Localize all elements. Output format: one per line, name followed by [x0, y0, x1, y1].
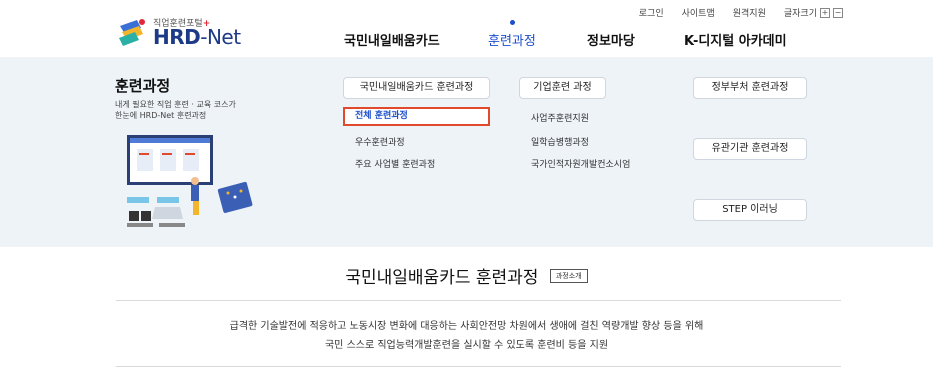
utility-bar: 로그인 사이트맵 원격지원 글자크기 + − [639, 6, 843, 19]
mega-menu-panel: 훈련과정 내게 필요한 직업 훈련 · 교육 코스가 한눈에 HRD-Net 훈… [0, 57, 933, 247]
course-intro-button[interactable]: 과정소개 [549, 268, 588, 283]
category-step-elearning[interactable]: STEP 이러닝 [693, 199, 807, 221]
nav-item-training-courses[interactable]: 훈련과정 [488, 20, 536, 49]
nav-item-k-digital[interactable]: K-디지털 아카데미 [684, 30, 787, 49]
sitemap-link[interactable]: 사이트맵 [682, 6, 715, 19]
content-desc-line1: 급격한 기술발전에 적응하고 노동시장 변화에 대응하는 사회안전망 차원에서 … [229, 321, 704, 332]
classroom-illustration [127, 135, 253, 227]
link-excellent-courses[interactable]: 우수훈련과정 [355, 135, 405, 148]
active-indicator-dot [509, 20, 515, 25]
font-plus-icon[interactable]: + [820, 7, 830, 18]
panel-description: 내게 필요한 직업 훈련 · 교육 코스가 한눈에 HRD-Net 훈련과정 [115, 99, 285, 121]
content-title-row: 국민내일배움카드 훈련과정 과정소개 [0, 263, 933, 288]
link-national-hr-consortium[interactable]: 국가인적자원개발컨소시엄 [531, 157, 630, 170]
link-all-courses[interactable]: 전체 훈련과정 [343, 107, 490, 126]
link-business-courses[interactable]: 주요 사업별 훈련과정 [355, 157, 435, 170]
font-size-label: 글자크기 [783, 9, 817, 19]
content-desc-line2: 국민 스스로 직업능력개발훈련을 실시할 수 있도록 훈련비 등을 지원 [324, 340, 609, 351]
page-title: 국민내일배움카드 훈련과정 [345, 268, 539, 288]
login-link[interactable]: 로그인 [639, 6, 664, 19]
category-related-agency-courses[interactable]: 유관기관 훈련과정 [693, 138, 807, 160]
font-minus-icon[interactable]: − [833, 7, 843, 18]
content-description: 급격한 기술발전에 적응하고 노동시장 변화에 대응하는 사회안전망 차원에서 … [0, 317, 933, 355]
link-work-study-courses[interactable]: 일학습병행과정 [531, 135, 589, 148]
panel-title: 훈련과정 [115, 77, 171, 95]
link-employer-training-support[interactable]: 사업주훈련지원 [531, 111, 589, 124]
font-size-control: 글자크기 + − [784, 6, 843, 19]
panel-desc-line1: 내게 필요한 직업 훈련 · 교육 코스가 [115, 100, 236, 109]
nav-item-info[interactable]: 정보마당 [587, 30, 635, 49]
remote-support-link[interactable]: 원격지원 [733, 6, 766, 19]
divider-bottom [116, 366, 841, 367]
divider-top [116, 300, 841, 301]
nav-item-national-card[interactable]: 국민내일배움카드 [344, 30, 440, 49]
category-government-ministry-courses[interactable]: 정부부처 훈련과정 [693, 77, 807, 99]
panel-desc-line2: 한눈에 HRD-Net 훈련과정 [115, 111, 207, 120]
category-enterprise-training[interactable]: 기업훈련 과정 [519, 77, 606, 99]
category-national-card-courses[interactable]: 국민내일배움카드 훈련과정 [343, 77, 490, 99]
main-nav: 국민내일배움카드 훈련과정 정보마당 K-디지털 아카데미 [0, 20, 933, 52]
nav-item-training-courses-label: 훈련과정 [488, 34, 536, 49]
